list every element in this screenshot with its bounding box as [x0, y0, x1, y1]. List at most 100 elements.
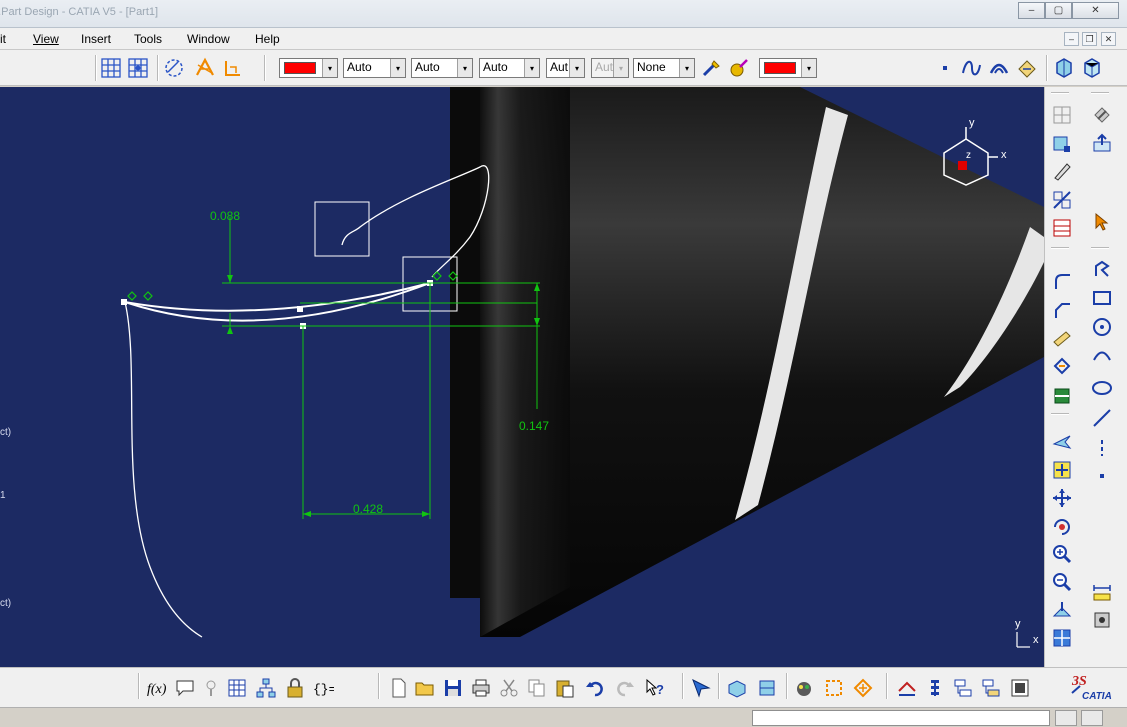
- sketch-icon[interactable]: [1016, 57, 1038, 79]
- normal-view-icon[interactable]: [1051, 599, 1073, 621]
- 3d-viewport[interactable]: 0.088 0.147 0.428 ct) 1 ct) y z x y x: [0, 87, 1044, 667]
- layer-select[interactable]: None ▾: [633, 58, 695, 78]
- scene-canvas[interactable]: [0, 87, 1044, 667]
- menu-help[interactable]: Help: [255, 32, 280, 46]
- control-points[interactable]: [121, 280, 433, 329]
- profile-icon[interactable]: [1051, 189, 1073, 211]
- snap-icon[interactable]: [127, 57, 149, 79]
- trim-icon[interactable]: [1051, 327, 1073, 349]
- stack-icon[interactable]: [896, 677, 918, 699]
- table-icon[interactable]: [226, 677, 248, 699]
- line-icon[interactable]: [1091, 407, 1113, 429]
- workbench-icon[interactable]: [1053, 57, 1075, 79]
- save-icon[interactable]: [442, 677, 464, 699]
- select-arrow-icon[interactable]: [1091, 211, 1113, 233]
- cut-icon[interactable]: [498, 677, 520, 699]
- ortho-icon[interactable]: [1009, 677, 1031, 699]
- line-thickness-select[interactable]: Auto ▾: [411, 58, 473, 78]
- menu-insert[interactable]: Insert: [81, 32, 111, 46]
- catalog-icon[interactable]: [1091, 609, 1113, 631]
- line-type-select[interactable]: Auto ▾: [479, 58, 540, 78]
- hierarchy-icon[interactable]: [255, 677, 277, 699]
- tree-icon[interactable]: [952, 677, 974, 699]
- ellipse-icon[interactable]: [1091, 377, 1113, 399]
- lock-icon[interactable]: [284, 677, 306, 699]
- circle-icon[interactable]: [1091, 316, 1113, 338]
- knowledge-icon[interactable]: [200, 677, 222, 699]
- part-icon[interactable]: [1081, 57, 1103, 79]
- arc-icon[interactable]: [988, 57, 1010, 79]
- spline-icon[interactable]: [960, 57, 982, 79]
- new-icon[interactable]: [388, 677, 410, 699]
- view-mode-icon[interactable]: [726, 677, 748, 699]
- doc-minimize-button[interactable]: –: [1064, 32, 1079, 46]
- power-input-button[interactable]: [1081, 710, 1103, 726]
- grid-icon[interactable]: [100, 57, 122, 79]
- whats-this-icon[interactable]: ?: [644, 677, 666, 699]
- render-icon[interactable]: [793, 677, 815, 699]
- paste-icon[interactable]: [554, 677, 576, 699]
- sketch-tools-icon[interactable]: [1051, 104, 1073, 126]
- profile-tool-icon[interactable]: [1091, 259, 1113, 281]
- menu-tools[interactable]: Tools: [134, 32, 162, 46]
- bracket-icon[interactable]: {}=: [312, 677, 334, 699]
- part-body[interactable]: [450, 87, 1044, 637]
- sketch-profile[interactable]: [124, 282, 431, 322]
- comment-icon[interactable]: [174, 677, 196, 699]
- export-icon[interactable]: [1091, 132, 1113, 154]
- construction-icon[interactable]: [163, 57, 185, 79]
- zoom-out-icon[interactable]: [1051, 571, 1073, 593]
- undo-icon[interactable]: [584, 677, 606, 699]
- open-icon[interactable]: [414, 677, 436, 699]
- close-button[interactable]: ✕: [1072, 2, 1119, 19]
- line-color-select[interactable]: ▾: [759, 58, 817, 78]
- properties-icon[interactable]: [728, 57, 750, 79]
- menu-window[interactable]: Window: [187, 32, 230, 46]
- fill-color-select[interactable]: ▾: [279, 58, 338, 78]
- spec-tree-icon[interactable]: [924, 677, 946, 699]
- rectangle-icon[interactable]: [1091, 287, 1113, 309]
- fit-all-icon[interactable]: [1051, 459, 1073, 481]
- dot-icon[interactable]: [934, 57, 956, 79]
- tree-label-fragment[interactable]: 1: [0, 490, 6, 501]
- paint-brush-icon[interactable]: [700, 57, 722, 79]
- cube-icon[interactable]: [1051, 132, 1073, 154]
- guide-curve[interactable]: [124, 301, 203, 638]
- tree-expand-icon[interactable]: [980, 677, 1002, 699]
- menu-edit[interactable]: it: [0, 32, 6, 46]
- analysis-icon[interactable]: [823, 677, 845, 699]
- corner-icon[interactable]: [1051, 270, 1073, 292]
- project-3d-icon[interactable]: [1051, 385, 1073, 407]
- restore-button[interactable]: ▢: [1045, 2, 1072, 19]
- transform-icon[interactable]: [1051, 355, 1073, 377]
- point-icon[interactable]: [1091, 465, 1113, 487]
- dimension-text-0428[interactable]: 0.428: [353, 502, 383, 516]
- workbench-switch-icon[interactable]: [852, 677, 874, 699]
- exit-sketch-icon[interactable]: [1091, 104, 1113, 126]
- doc-restore-button[interactable]: ❐: [1082, 32, 1097, 46]
- print-icon[interactable]: [470, 677, 492, 699]
- chamfer-icon[interactable]: [1051, 299, 1073, 321]
- quick-view-icon[interactable]: [756, 677, 778, 699]
- axis-icon[interactable]: [1091, 437, 1113, 459]
- point-type-select[interactable]: Aut ▾: [546, 58, 585, 78]
- tree-label-fragment[interactable]: ct): [0, 427, 11, 438]
- fly-icon[interactable]: [690, 677, 712, 699]
- zoom-in-icon[interactable]: [1051, 543, 1073, 565]
- dimension-text-0147[interactable]: 0.147: [519, 419, 549, 433]
- dimension-constraint-icon[interactable]: [222, 57, 244, 79]
- minimize-button[interactable]: –: [1018, 2, 1045, 19]
- dimension-text-0088[interactable]: 0.088: [210, 209, 240, 223]
- rotate-icon[interactable]: [1051, 515, 1073, 537]
- measure-icon[interactable]: [1091, 581, 1113, 603]
- doc-close-button[interactable]: ✕: [1101, 32, 1116, 46]
- pencil-icon[interactable]: [1051, 160, 1073, 182]
- stop-command-button[interactable]: [1055, 710, 1077, 726]
- autodetect-icon[interactable]: [194, 57, 216, 79]
- fly-mode-icon[interactable]: [1051, 430, 1073, 452]
- transparency-select[interactable]: Auto ▾: [343, 58, 406, 78]
- multi-view-icon[interactable]: [1051, 627, 1073, 649]
- constraint-table-icon[interactable]: [1051, 217, 1073, 239]
- menu-view[interactable]: View: [33, 32, 59, 46]
- three-point-arc-icon[interactable]: [1091, 345, 1113, 367]
